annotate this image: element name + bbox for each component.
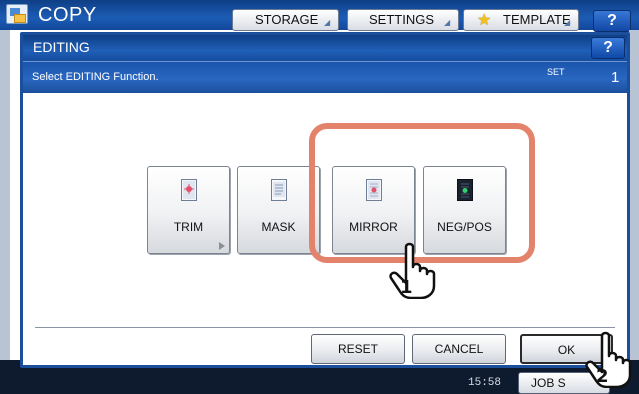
tab-arrow-icon: ◢ [324, 18, 331, 27]
star-icon: ★ [477, 12, 492, 29]
tab-arrow-icon: ◢ [564, 18, 571, 27]
copy-icon [6, 4, 28, 24]
step-number-1: 1 [400, 277, 413, 298]
copy-top-bar: COPY STORAGE ◢ SETTINGS ◢ ★ TEMPLATE ◢ ? [0, 0, 639, 32]
background-panel-right [629, 30, 639, 370]
divider [35, 327, 615, 328]
trim-icon [181, 179, 197, 201]
mask-icon [271, 179, 287, 201]
trim-label: TRIM [173, 220, 204, 234]
set-count: 1 [611, 69, 620, 86]
tab-storage[interactable]: STORAGE ◢ [232, 9, 339, 31]
copy-title: COPY [38, 4, 97, 26]
tab-template[interactable]: ★ TEMPLATE ◢ [463, 9, 579, 31]
background-panel-left [0, 30, 10, 370]
help-button[interactable]: ? [593, 10, 631, 32]
hand-pointer-icon: 2 [585, 331, 632, 388]
hand-pointer-icon: 1 [389, 242, 436, 299]
dialog-title-bar: EDITING ? [23, 35, 627, 61]
tab-template-label: TEMPLATE [503, 12, 571, 27]
set-label: SET [547, 67, 565, 77]
dialog-help-button[interactable]: ? [591, 37, 625, 59]
mask-button[interactable]: MASK [237, 166, 320, 254]
dialog-title: EDITING [33, 39, 90, 55]
dialog-message-bar: Select EDITING Function. SET 1 [23, 61, 627, 93]
dialog-message: Select EDITING Function. [32, 71, 159, 83]
mask-label: MASK [261, 220, 296, 234]
tab-arrow-icon: ◢ [444, 18, 451, 27]
step-number-2: 2 [596, 366, 609, 387]
tab-settings-label: SETTINGS [369, 12, 435, 27]
trim-button[interactable]: TRIM [147, 166, 230, 254]
clock-time: 15:58 [468, 377, 502, 389]
tab-storage-label: STORAGE [255, 12, 319, 27]
reset-button[interactable]: RESET [311, 334, 405, 364]
more-options-icon [219, 242, 225, 250]
tab-settings[interactable]: SETTINGS ◢ [347, 9, 459, 31]
editing-dialog: EDITING ? Select EDITING Function. SET 1… [20, 32, 630, 368]
cancel-button[interactable]: CANCEL [412, 334, 506, 364]
